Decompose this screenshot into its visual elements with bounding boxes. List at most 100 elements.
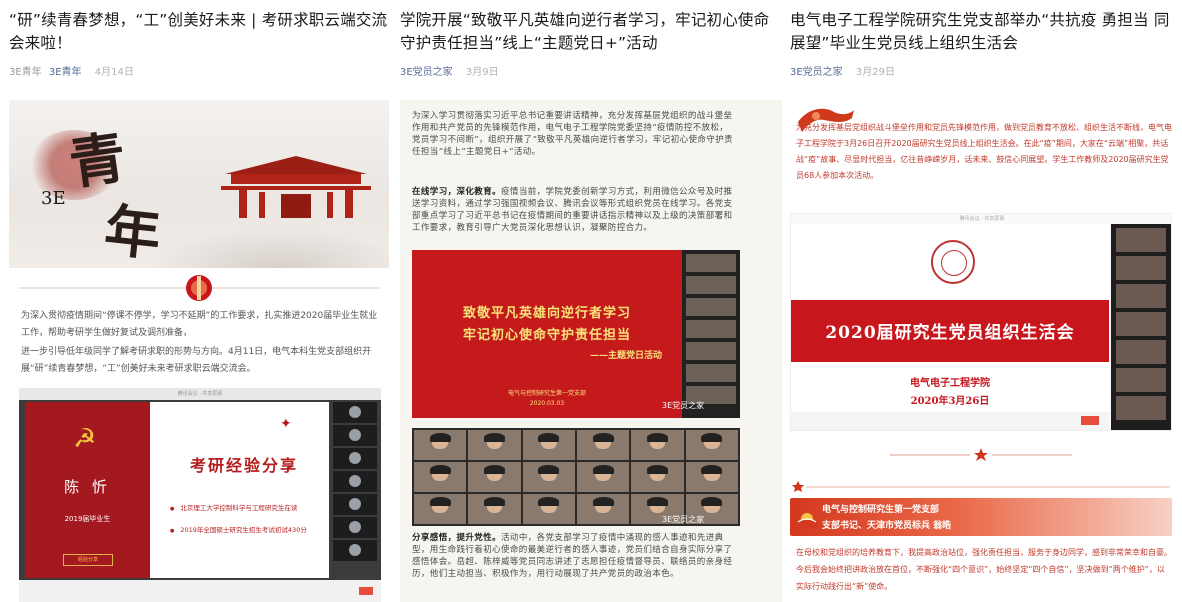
video-tile-icon — [631, 430, 684, 460]
article-card-1[interactable]: “研”续青春梦想，“工”创美好未来 | 考研求职云端交流会来啦！ 3E青年 3E… — [9, 0, 391, 602]
screen-header: 腾讯会议 · 共享屏幕 — [959, 216, 1005, 222]
panel-footer-frame: 经验分享 — [63, 554, 113, 566]
slide-bullet: 2019年全国硕士研究生招生考试初试430分 — [170, 524, 306, 534]
article-source-link[interactable]: 3E党员之家 — [400, 67, 453, 78]
article-card-3[interactable]: 电气电子工程学院研究生党支部举办“共抗疫 勇担当 同展望”毕业生党员线上组织生活… — [790, 0, 1172, 602]
banner-image: 青 年 3E — [9, 100, 389, 268]
article-source[interactable]: 3E青年 — [9, 67, 42, 78]
gate-silhouette-icon — [221, 156, 371, 218]
article-date: 3月9日 — [465, 67, 499, 78]
intro-paragraph-2: 进一步引导低年级同学了解考研求职的形势与方向。4月11日，电气本科生党支部组织开… — [21, 347, 372, 374]
watermark: 3E党员之家 — [662, 515, 705, 524]
star-divider — [890, 448, 1072, 461]
end-meeting-icon — [359, 587, 373, 595]
shared-slide: ☭ 陈 忻 2019届毕业生 经验分享 ✦ 考研经验分享 北京理工大学控制科学与… — [25, 402, 329, 578]
video-tile-icon — [414, 462, 467, 492]
paragraph-lead: 分享感悟，提升党性。 — [412, 533, 502, 543]
section-line-2: 支部书记、天津市党员标兵 翁晧 — [822, 521, 952, 531]
panel-footer: 经验分享 — [77, 557, 98, 563]
article-title[interactable]: 电气电子工程学院研究生党支部举办“共抗疫 勇担当 同展望”毕业生党员线上组织生活… — [790, 9, 1172, 57]
video-tile-icon — [414, 494, 467, 524]
video-tile-icon — [1116, 256, 1166, 280]
article-source-link[interactable]: 3E党员之家 — [790, 67, 843, 78]
slide-heading: 考研经验分享 — [190, 456, 299, 475]
video-tile-icon — [576, 430, 630, 460]
video-tile-icon — [1116, 228, 1166, 252]
video-tile-icon — [468, 462, 521, 492]
article-thumbnail[interactable]: 青 年 3E 为深入贯彻疫情期间“停课不停学，学习不延期”的工作要求，扎实推进2… — [9, 100, 389, 602]
article-paragraph-2: 在线学习，深化教育。疫情当前，学院党委创新学习方式，利用微信公众号及时推送学习资… — [412, 186, 734, 234]
slide-org: 电气与控制研究生第一党支部 — [507, 390, 586, 397]
section-header: 电气与控制研究生第一党支部 支部书记、天津市党员标兵 翁晧 — [790, 498, 1172, 536]
video-tile-icon — [414, 430, 467, 460]
video-tile-icon — [1116, 368, 1166, 392]
article-paragraph-1: 为深入学习贯彻落实习近平总书记重要讲话精神，充分发挥基层党组织的战斗堡垒作用和共… — [412, 111, 733, 157]
school-name: 电气电子工程学院 — [910, 378, 990, 389]
video-tile-icon — [1116, 284, 1166, 308]
meeting-toolbar — [791, 412, 1109, 430]
slide-line-1: 致敬平凡英雄向逆行者学习 — [462, 306, 631, 321]
video-tile-icon — [522, 494, 575, 524]
participant-videos — [682, 250, 740, 418]
article-paragraph-1: 为充分发挥基层党组织战斗堡垒作用和党员先锋模范作用，做到党员教育不放松、组织生活… — [796, 123, 1172, 180]
star-icon — [792, 481, 1170, 492]
school-seal-icon — [931, 240, 975, 284]
article-thumbnail[interactable]: 为深入学习贯彻落实习近平总书记重要讲话精神，充分发挥基层党组织的战斗堡垒作用和共… — [400, 100, 782, 602]
party-emblem-icon: ☭ — [73, 424, 97, 454]
theme-slide: 致敬平凡英雄向逆行者学习 牢记初心使命守护责任担当 ——主题党日活动 电气与控制… — [412, 250, 682, 418]
title-band: 2020届研究生党员组织生活会 — [791, 300, 1109, 362]
video-tile-icon — [333, 517, 377, 538]
video-tile-icon — [686, 342, 736, 360]
video-tile-icon — [631, 462, 684, 492]
section-line-1: 电气与控制研究生第一党支部 — [822, 505, 940, 515]
participant-videos — [333, 402, 377, 580]
video-tile-icon — [333, 425, 377, 446]
article-meta: 3E青年 3E青年 4月14日 — [9, 63, 391, 78]
video-tile-icon — [333, 540, 377, 561]
video-tile-icon — [576, 462, 630, 492]
video-gallery — [412, 428, 740, 526]
article-date: 4月14日 — [94, 67, 134, 78]
slide-bullet: 北京理工大学控制科学与工程研究生在读 — [170, 502, 297, 512]
meeting-screenshot: 腾讯会议 · 共享屏幕 2020届研究生党员组织生活会 电气电子工程学院 202… — [790, 213, 1172, 431]
video-tile-icon — [685, 430, 738, 460]
slide-title: 2020届研究生党员组织生活会 — [825, 323, 1075, 343]
hill-shadow — [149, 228, 389, 268]
paragraph-lead: 在线学习，深化教育。 — [412, 187, 502, 197]
article-title[interactable]: 学院开展“致敬平凡英雄向逆行者学习，牢记初心使命守护责任担当”线上“主题党日+”… — [400, 9, 782, 57]
article-meta: 3E党员之家 3月9日 — [400, 63, 782, 78]
article-paragraph-3: 分享感悟，提升党性。活动中，各党支部学习了疫情中涌现的感人事迹和先进典型，用生命… — [412, 532, 734, 580]
video-tile-icon — [686, 298, 736, 316]
article-date: 3月29日 — [855, 67, 895, 78]
video-tile-icon — [686, 276, 736, 294]
video-tile-icon — [333, 494, 377, 515]
video-tile-icon — [522, 462, 575, 492]
meeting-date: 2020年3月26日 — [910, 396, 990, 407]
article-source-link[interactable]: 3E青年 — [49, 67, 82, 78]
article-meta: 3E党员之家 3月29日 — [790, 63, 1172, 78]
video-tile-icon — [468, 430, 521, 460]
video-tile-icon — [686, 364, 736, 382]
watermark: 3E党员之家 — [662, 401, 705, 410]
presenter-year: 2019届毕业生 — [64, 515, 111, 523]
red-divider — [19, 275, 379, 301]
video-tile-icon — [522, 430, 575, 460]
end-meeting-icon — [1081, 416, 1099, 425]
article-paragraph-2: 在母校和党组织的培养教育下，我提高政治站位，强化责任担当，服务于身边同学，感到非… — [796, 548, 1172, 591]
video-tile-icon — [468, 494, 521, 524]
video-tile-icon — [333, 402, 377, 423]
intro-paragraph-1: 为深入贯彻疫情期间“停课不停学，学习不延期”的工作要求，扎实推进2020届毕业生… — [21, 311, 378, 338]
slide-line-3: ——主题党日活动 — [590, 351, 663, 361]
slide-line-2: 牢记初心使命守护责任担当 — [462, 328, 631, 343]
article-title[interactable]: “研”续青春梦想，“工”创美好未来 | 考研求职云端交流会来啦！ — [9, 9, 391, 57]
banner-tag: 3E — [41, 188, 66, 209]
video-tile-icon — [1116, 340, 1166, 364]
video-tile-icon — [1116, 396, 1166, 420]
participant-videos — [1111, 224, 1171, 430]
article-thumbnail[interactable]: 为充分发挥基层党组织战斗堡垒作用和党员先锋模范作用，做到党员教育不放松、组织生活… — [790, 100, 1172, 602]
video-tile-icon — [333, 448, 377, 469]
article-card-2[interactable]: 学院开展“致敬平凡英雄向逆行者学习，牢记初心使命守护责任担当”线上“主题党日+”… — [400, 0, 782, 602]
video-tile-icon — [333, 471, 377, 492]
video-tile-icon — [1116, 312, 1166, 336]
sunrise-icon — [796, 513, 818, 528]
